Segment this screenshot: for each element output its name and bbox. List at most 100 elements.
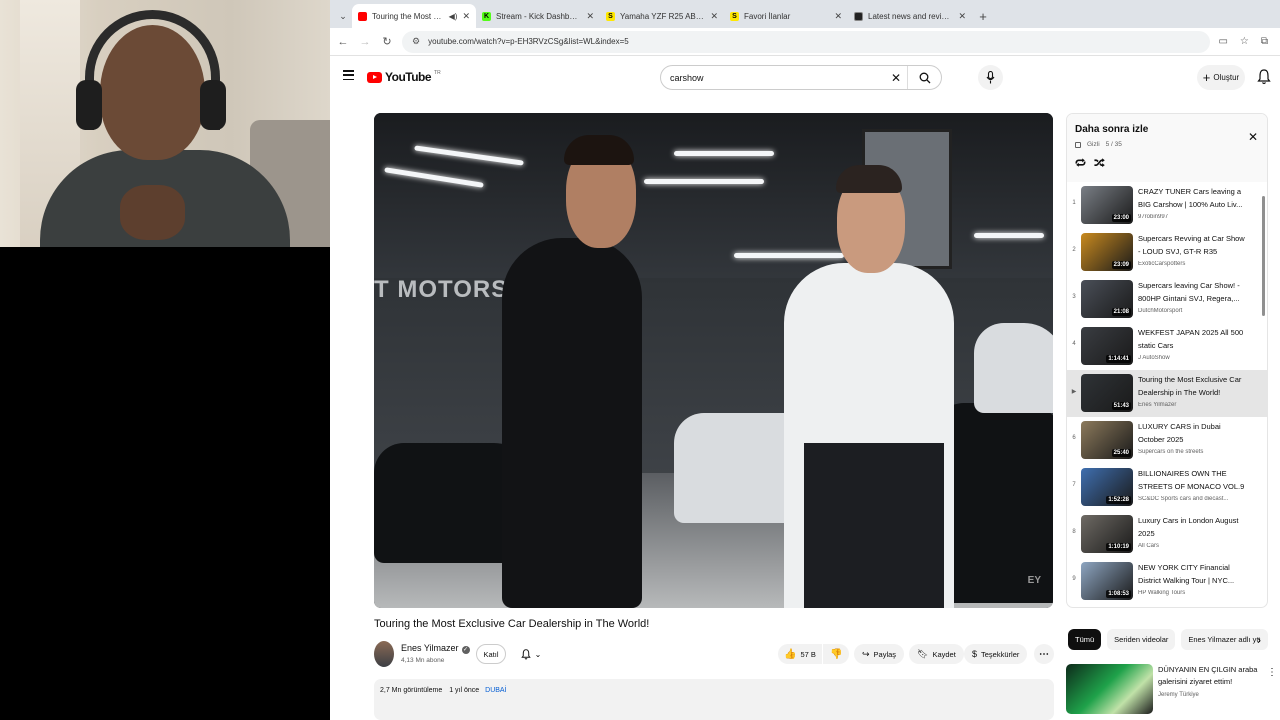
like-button[interactable]: 👍 57 B	[778, 644, 822, 664]
close-tab-icon[interactable]: ✕	[586, 11, 594, 22]
duration-badge: 23:00	[1111, 214, 1131, 222]
tab-yamaha[interactable]: S Yamaha YZF R25 ABS 2024 Mo ✕	[600, 4, 724, 28]
share-button[interactable]: ↪ Paylaş	[854, 644, 905, 664]
channel-avatar[interactable]	[374, 641, 394, 667]
playlist-item[interactable]: 3 21:08 Supercars leaving Car Show! - 800H…	[1067, 276, 1267, 323]
bookmark-star-icon[interactable]: ☆	[1240, 36, 1249, 47]
playlist-item-thumbnail[interactable]: 23:09	[1081, 233, 1133, 271]
playlist-item-thumbnail[interactable]: 25:40	[1081, 421, 1133, 459]
playlist-item[interactable]: 4 1:14:41 WEKFEST JAPAN 2025 All 500 stati…	[1067, 323, 1267, 370]
playlist-item-thumbnail[interactable]: 51:43	[1081, 374, 1133, 412]
playlist-item-title[interactable]: CRAZY TUNER Cars leaving a BIG Carshow |…	[1138, 186, 1248, 211]
close-icon[interactable]: ✕	[1248, 130, 1258, 144]
youtube-favicon-icon	[358, 11, 367, 21]
site-info-icon[interactable]: ⚙	[412, 36, 420, 47]
playlist-panel: Daha sonra izle Gizli 5 / 35 🔁︎ 🔀︎ ✕ 1 23…	[1066, 113, 1268, 608]
playlist-item-thumbnail[interactable]: 1:10:19	[1081, 515, 1133, 553]
close-tab-icon[interactable]: ✕	[958, 11, 966, 22]
tab-youtube[interactable]: Touring the Most Exclusive ◀) ✕	[352, 4, 476, 28]
url-field[interactable]: ⚙ youtube.com/watch?v=p-EH3RVzCSg&list=W…	[402, 30, 1211, 53]
recommended-video[interactable]: DÜNYANIN EN ÇILGIN araba galerisini ziya…	[1066, 663, 1277, 720]
more-vertical-icon[interactable]: ⋮	[1267, 667, 1277, 678]
playlist-item[interactable]: 8 1:10:19 Luxury Cars in London August 202…	[1067, 511, 1267, 558]
logo-text: YouTube	[385, 70, 432, 84]
speaker-icon[interactable]: ◀)	[449, 12, 458, 21]
playlist-item[interactable]: 9 1:08:53 NEW YORK CITY Financial District…	[1067, 558, 1267, 605]
playlist-item[interactable]: 7 1:52:28 BILLIONAIRES OWN THE STREETS OF …	[1067, 464, 1267, 511]
playlist-item-thumbnail[interactable]: 1:52:28	[1081, 468, 1133, 506]
voice-search-button[interactable]	[978, 65, 1003, 90]
duration-badge: 1:14:41	[1106, 355, 1131, 363]
bell-icon	[520, 648, 531, 659]
search-input[interactable]: carshow	[670, 73, 885, 83]
video-player[interactable]: T MOTORS EY	[374, 113, 1053, 608]
forward-icon[interactable]: →	[358, 36, 372, 48]
playlist-item[interactable]: 2 23:09 Supercars Revving at Car Show - LO…	[1067, 229, 1267, 276]
webcam-hand	[120, 185, 185, 240]
close-tab-icon[interactable]: ✕	[834, 11, 842, 22]
reload-icon[interactable]: ↻	[380, 35, 394, 48]
back-icon[interactable]: ←	[336, 36, 350, 48]
youtube-logo[interactable]: YouTube TR	[367, 70, 441, 84]
search-box[interactable]: carshow ✕	[660, 65, 942, 90]
playlist-item-title[interactable]: Supercars leaving Car Show! - 800HP Gint…	[1138, 280, 1248, 305]
playlist-item-thumbnail[interactable]: 21:08	[1081, 280, 1133, 318]
tab-search-button[interactable]: ⌄	[334, 4, 352, 28]
playlist-item-thumbnail[interactable]: 1:08:53	[1081, 562, 1133, 600]
join-button[interactable]: Katıl	[476, 644, 506, 664]
hashtag-link[interactable]: DUBAİ	[485, 687, 506, 694]
clear-search-icon[interactable]: ✕	[885, 71, 907, 85]
playlist-item-title[interactable]: BILLIONAIRES OWN THE STREETS OF MONACO V…	[1138, 468, 1248, 493]
tab-favorites[interactable]: S Favori İlanlar ✕	[724, 4, 848, 28]
playlist-item[interactable]: 6 25:40 LUXURY CARS in Dubai October 2025 S…	[1067, 417, 1267, 464]
channel-name-text[interactable]: Enes Yilmazer	[401, 643, 459, 653]
recommended-thumbnail[interactable]	[1066, 664, 1153, 714]
playlist-title[interactable]: Daha sonra izle	[1075, 124, 1259, 135]
channel-name[interactable]: Enes Yilmazer ✓	[401, 643, 470, 654]
close-tab-icon[interactable]: ✕	[462, 11, 470, 22]
menu-icon[interactable]	[343, 70, 354, 80]
chip-all[interactable]: Tümü	[1068, 629, 1102, 650]
loop-icon[interactable]: 🔁︎	[1075, 155, 1086, 171]
dislike-button[interactable]: 👎	[823, 644, 849, 664]
channel-row: Enes Yilmazer ✓ 4,13 Mn abone Katıl ⌄ 👍 5…	[374, 641, 1054, 669]
video-title: Touring the Most Exclusive Car Dealershi…	[374, 618, 650, 630]
playlist-item[interactable]: ▶ 51:43 Touring the Most Exclusive Car Dea…	[1067, 370, 1267, 417]
playlist-scrollbar[interactable]	[1261, 182, 1267, 607]
close-tab-icon[interactable]: ✕	[710, 11, 718, 22]
playlist-item-title[interactable]: Luxury Cars in London August 2025	[1138, 515, 1248, 540]
chip-channel[interactable]: Enes Yilmazer adlı yü	[1181, 629, 1268, 650]
playlist-item-thumbnail[interactable]: 23:00	[1081, 186, 1133, 224]
notifications-bell-icon[interactable]	[1257, 69, 1271, 85]
thumbs-down-icon: 👎	[830, 648, 843, 660]
description-box[interactable]: 2,7 Mn görüntüleme 1 yıl önce DUBAİ	[374, 679, 1054, 720]
chip-series[interactable]: Seriden videolar	[1107, 629, 1176, 650]
save-button[interactable]: 🔖︎ Kaydet	[909, 644, 964, 664]
parked-car	[974, 323, 1053, 413]
share-icon: ↪	[862, 648, 870, 659]
host-hair	[564, 135, 634, 165]
playlist-item-thumbnail[interactable]: 1:14:41	[1081, 327, 1133, 365]
search-button[interactable]	[907, 66, 941, 89]
playlist-item-title[interactable]: LUXURY CARS in Dubai October 2025	[1138, 421, 1248, 446]
duration-badge: 51:43	[1111, 402, 1131, 410]
new-tab-button[interactable]: +	[972, 4, 994, 28]
shuffle-icon[interactable]: 🔀︎	[1094, 155, 1105, 171]
dealership-sign: T MOTORS	[374, 276, 509, 303]
thanks-button[interactable]: $ Teşekkürler	[964, 644, 1028, 664]
tab-news[interactable]: Latest news and reviews of hyp ✕	[848, 4, 972, 28]
create-button[interactable]: + Oluştur	[1197, 65, 1245, 90]
tab-kick[interactable]: K Stream - Kick Dashboard ✕	[476, 4, 600, 28]
playlist-item-title[interactable]: NEW YORK CITY Financial District Walking…	[1138, 562, 1248, 587]
playlist-item-title[interactable]: Supercars Revving at Car Show - LOUD SVJ…	[1138, 233, 1248, 258]
more-actions-button[interactable]: ⋯	[1034, 644, 1054, 664]
cast-icon[interactable]: ▭	[1218, 36, 1227, 47]
chevron-right-icon[interactable]: ›	[1257, 633, 1261, 647]
recommended-title[interactable]: DÜNYANIN EN ÇILGIN araba galerisini ziya…	[1158, 664, 1263, 688]
playlist-item-title[interactable]: WEKFEST JAPAN 2025 All 500 static Cars	[1138, 327, 1248, 352]
subscription-notifications-button[interactable]: ⌄	[513, 644, 549, 664]
playlist-item-title[interactable]: Touring the Most Exclusive Car Dealershi…	[1138, 374, 1248, 399]
extensions-icon[interactable]: ⧉	[1261, 36, 1268, 47]
duration-badge: 1:10:19	[1106, 543, 1131, 551]
playlist-item[interactable]: 1 23:00 CRAZY TUNER Cars leaving a BIG Car…	[1067, 182, 1267, 229]
